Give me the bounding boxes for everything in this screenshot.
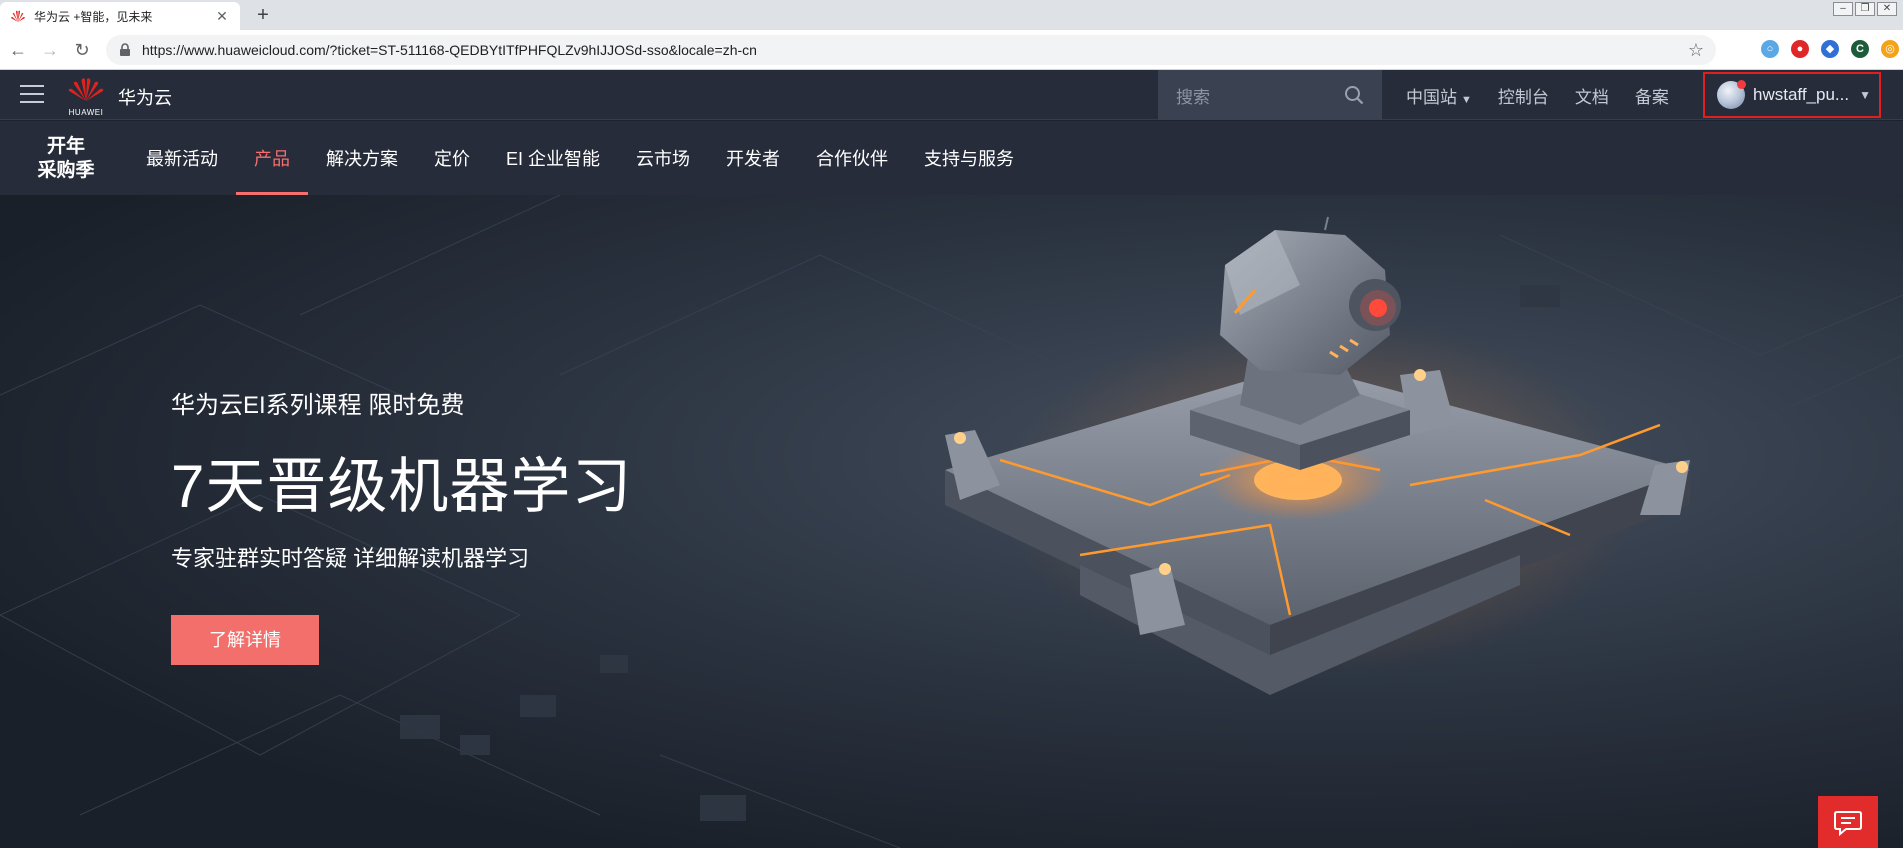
- hero-text: 华为云EI系列课程 限时免费 7天晋级机器学习 专家驻群实时答疑 详细解读机器学…: [171, 385, 632, 573]
- product-menu: 最新活动 产品 解决方案 定价 EI 企业智能 云市场 开发者 合作伙伴 支持与服务: [146, 121, 1032, 195]
- back-icon[interactable]: ←: [4, 36, 32, 64]
- lock-icon: [120, 43, 130, 56]
- promo-line-2: 采购季: [37, 159, 95, 181]
- url-text[interactable]: https://www.huaweicloud.com/?ticket=ST-5…: [142, 42, 1688, 58]
- menu-item[interactable]: 解决方案: [308, 121, 416, 195]
- menu-item[interactable]: 云市场: [618, 121, 708, 195]
- bookmark-star-icon[interactable]: ☆: [1688, 40, 1704, 61]
- notification-dot: [1737, 80, 1746, 89]
- menu-item[interactable]: 定价: [416, 121, 488, 195]
- menu-item[interactable]: 合作伙伴: [798, 121, 906, 195]
- browser-tab[interactable]: 华为云 +智能，见未来 ✕: [0, 2, 240, 30]
- huawei-logo[interactable]: HUAWEI: [64, 76, 108, 117]
- window-controls: ‒ ❐ ✕: [1833, 2, 1897, 16]
- link-region[interactable]: 中国站 ▼: [1406, 83, 1472, 108]
- logo-word: HUAWEI: [68, 108, 104, 117]
- menu-item[interactable]: 支持与服务: [906, 121, 1032, 195]
- chat-icon: [1834, 811, 1862, 836]
- new-tab-button[interactable]: +: [252, 5, 274, 27]
- user-chevron-down-icon[interactable]: ▼: [1859, 88, 1871, 102]
- menu-item[interactable]: 最新活动: [146, 121, 236, 195]
- link-docs[interactable]: 文档: [1575, 83, 1609, 108]
- site-header: HUAWEI 华为云 搜索 中国站 ▼ 控制台 文档 备案 hwstaff_pu.…: [0, 70, 1903, 120]
- tab-title: 华为云 +智能，见未来: [34, 9, 153, 24]
- forward-icon[interactable]: →: [36, 36, 64, 64]
- link-region-label: 中国站: [1406, 87, 1457, 107]
- search-icon[interactable]: [1344, 85, 1364, 105]
- puzzle-ext-icon[interactable]: ◆: [1821, 40, 1839, 58]
- top-links: 中国站 ▼ 控制台 文档 备案: [1406, 70, 1695, 120]
- extensions-area: ○ ● ◆ C ◎: [1761, 40, 1899, 58]
- hero-subtitle: 华为云EI系列课程 限时免费: [171, 392, 465, 419]
- restore-icon[interactable]: ❐: [1855, 2, 1875, 16]
- reload-icon[interactable]: ↻: [68, 36, 96, 64]
- link-console[interactable]: 控制台: [1498, 83, 1549, 108]
- tab-close-icon[interactable]: ✕: [214, 8, 230, 25]
- promo-logo[interactable]: 开年 采购季: [30, 134, 102, 184]
- hero-title: 7天晋级机器学习: [171, 453, 633, 520]
- search-box[interactable]: 搜索: [1158, 70, 1382, 120]
- chevron-down-icon: ▼: [1461, 93, 1472, 106]
- huawei-petal-icon: [68, 78, 104, 101]
- c-ext-icon[interactable]: C: [1851, 40, 1869, 58]
- product-nav: 开年 采购季 最新活动 产品 解决方案 定价 EI 企业智能 云市场 开发者 合作伙伴 支持与服…: [0, 121, 1903, 195]
- learn-more-button[interactable]: 了解详情: [171, 615, 319, 665]
- huawei-favicon-icon: [11, 10, 25, 22]
- circle-ext-icon[interactable]: ○: [1761, 40, 1779, 58]
- close-window-icon[interactable]: ✕: [1877, 2, 1897, 16]
- orange-ext-icon[interactable]: ◎: [1881, 40, 1899, 58]
- chat-button[interactable]: [1818, 796, 1878, 848]
- minimize-icon[interactable]: ‒: [1833, 2, 1853, 16]
- avatar[interactable]: [1717, 80, 1746, 109]
- menu-item[interactable]: EI 企业智能: [488, 121, 618, 195]
- menu-item[interactable]: 产品: [236, 121, 308, 195]
- hero-banner[interactable]: 华为云EI系列课程 限时免费 7天晋级机器学习 专家驻群实时答疑 详细解读机器学…: [0, 195, 1903, 848]
- link-filing[interactable]: 备案: [1635, 83, 1669, 108]
- address-bar[interactable]: https://www.huaweicloud.com/?ticket=ST-5…: [106, 35, 1716, 65]
- brand-name[interactable]: 华为云: [118, 84, 172, 110]
- hamburger-menu-icon[interactable]: [20, 85, 44, 105]
- browser-tabbar: 华为云 +智能，见未来 ✕ + ‒ ❐ ✕: [0, 0, 1903, 30]
- browser-toolbar: ← → ↻ https://www.huaweicloud.com/?ticke…: [0, 30, 1903, 70]
- search-input[interactable]: 搜索: [1176, 83, 1344, 108]
- menu-item[interactable]: 开发者: [708, 121, 798, 195]
- red-ext-icon[interactable]: ●: [1791, 40, 1809, 58]
- user-name[interactable]: hwstaff_pu...: [1753, 85, 1859, 105]
- hero-description: 专家驻群实时答疑 详细解读机器学习: [171, 546, 530, 571]
- promo-line-1: 开年: [46, 135, 85, 157]
- user-menu[interactable]: hwstaff_pu... ▼: [1703, 72, 1881, 118]
